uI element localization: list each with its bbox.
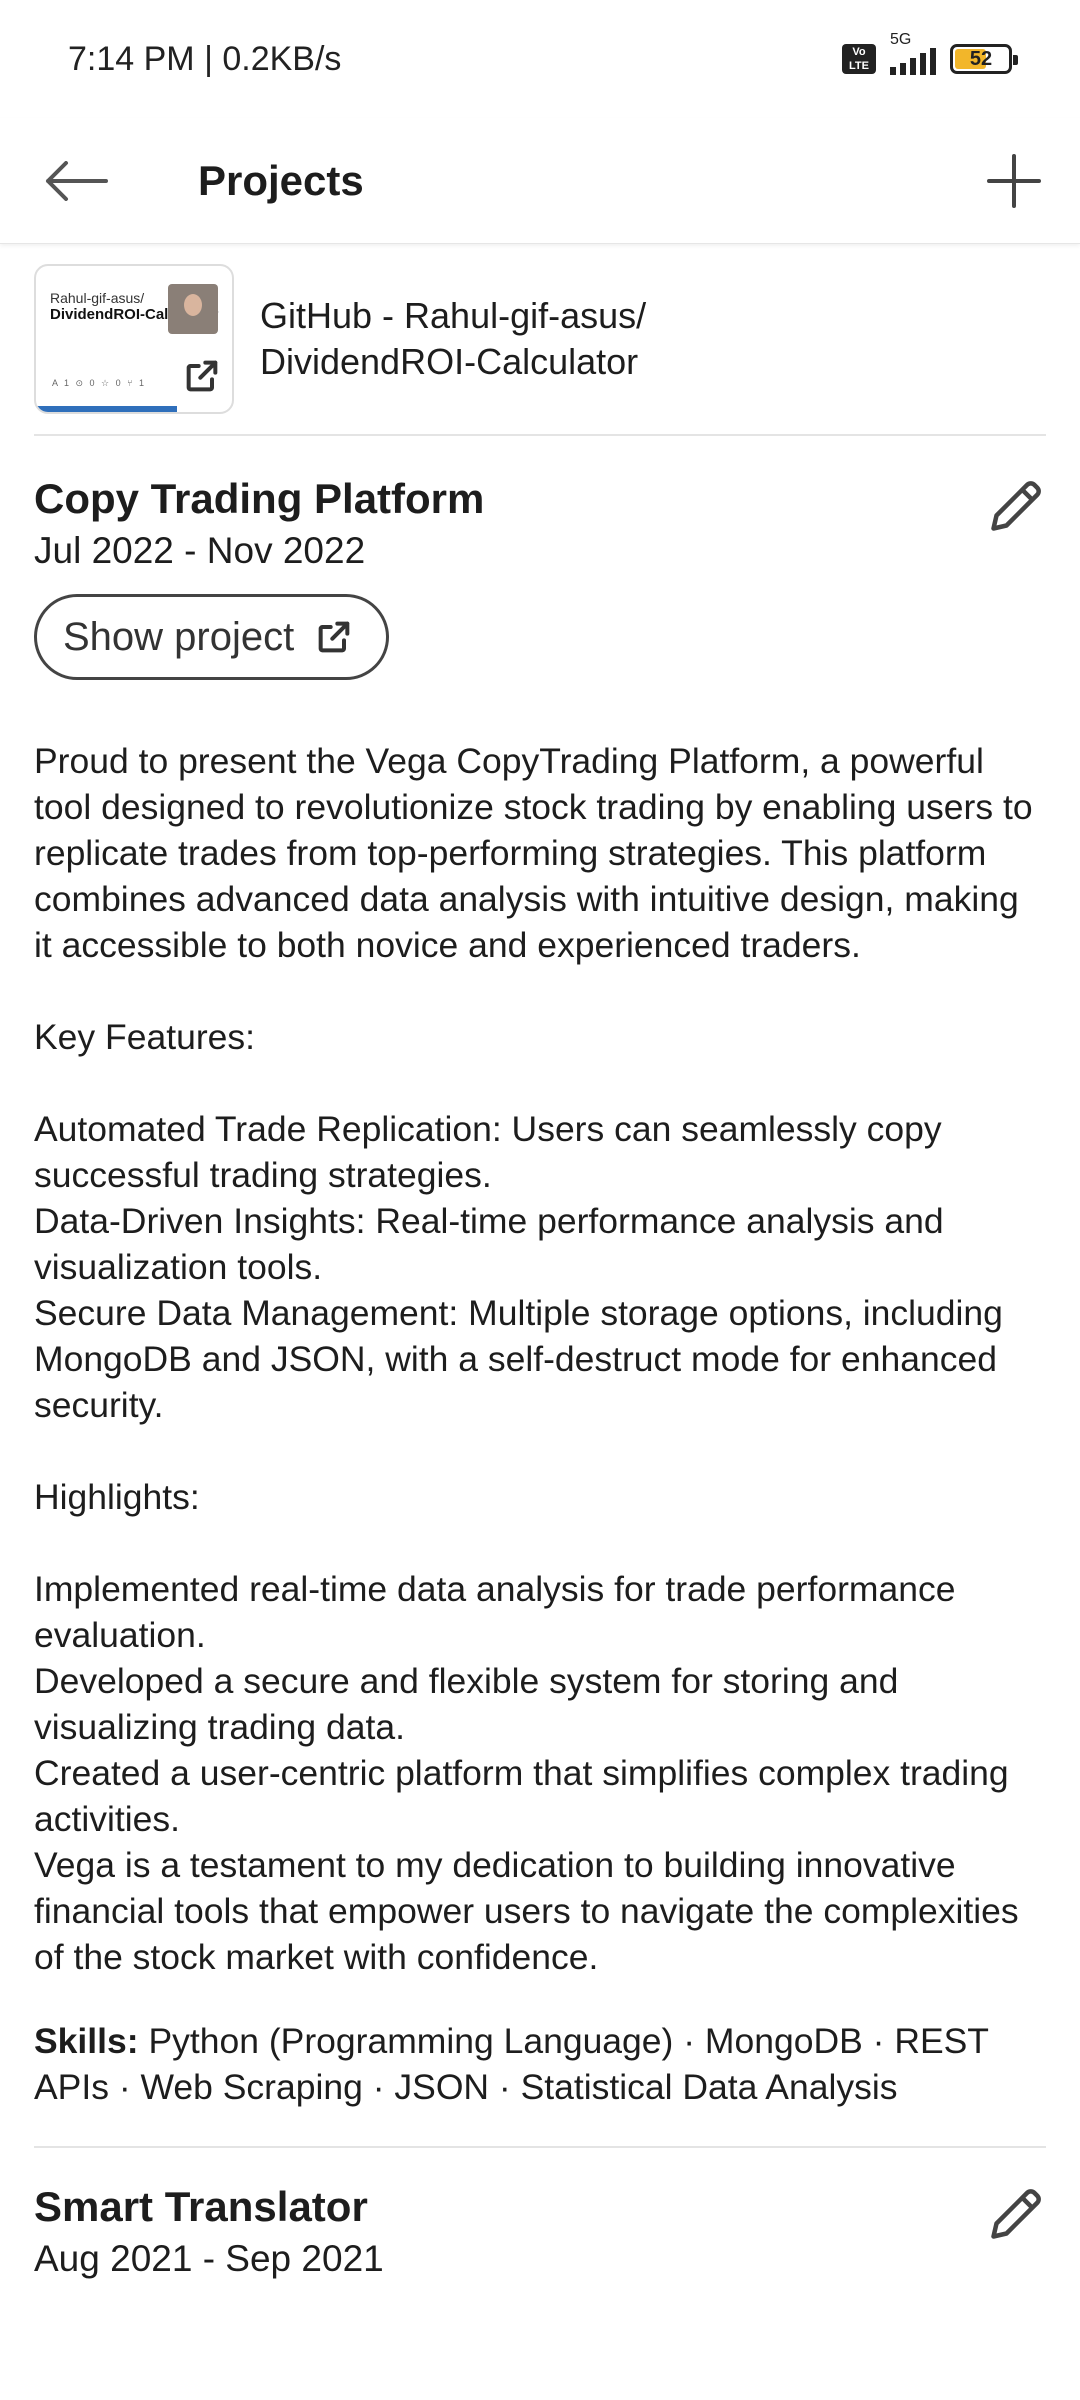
github-link-card[interactable]: Rahul-gif-asus/ DividendROI-Calculator A… [34,244,1046,436]
status-bar: 7:14 PM | 0.2KB/s Vo LTE 5G 52 [0,0,1080,118]
project-title: Copy Trading Platform [34,475,485,522]
add-project-button[interactable] [974,141,1054,221]
edit-project-button[interactable] [986,2184,1046,2244]
description-line: Proud to present the Vega CopyTrading Pl… [34,741,1033,965]
project-item: Copy Trading Platform Jul 2022 - Nov 202… [34,436,1046,2148]
description-line: Key Features: [34,1017,255,1057]
description-line: Implemented real-time data analysis for … [34,1569,956,1655]
network-type-label: 5G [890,31,912,48]
thumb-progress-bar [36,406,178,412]
status-icons: Vo LTE 5G 52 [842,31,1018,75]
external-link-icon [318,621,350,653]
description-line: Secure Data Management: Multiple storage… [34,1293,1003,1425]
description-line: Developed a secure and flexible system f… [34,1661,899,1747]
description-line: Vega is a testament to my dedication to … [34,1845,1019,1977]
description-line: Created a user-centric platform that sim… [34,1753,1009,1839]
project-description: Proud to present the Vega CopyTrading Pl… [34,738,1046,1980]
show-project-button[interactable]: Show project [34,594,390,680]
project-dates: Jul 2022 - Nov 2022 [34,530,366,571]
link-title[interactable]: GitHub - Rahul-gif-asus/ DividendROI-Cal… [260,293,646,385]
battery-icon: 52 [950,44,1018,74]
plus-icon [987,153,1041,208]
description-line: Highlights: [34,1477,200,1517]
link-title-line1: GitHub - Rahul-gif-asus/ [260,295,647,336]
pencil-icon [991,2189,1041,2239]
link-thumbnail: Rahul-gif-asus/ DividendROI-Calculator A… [34,264,234,414]
pencil-icon [991,481,1041,531]
link-title-line2: DividendROI-Calculator [260,341,639,382]
project-skills: Skills: Python (Programming Language) · … [34,2018,1046,2110]
volte-icon: Vo LTE [842,44,876,74]
skills-label: Skills: [34,2021,139,2061]
edit-project-button[interactable] [986,476,1046,536]
status-time: 7:14 PM | 0.2KB/s [68,39,342,78]
back-button[interactable] [36,141,116,221]
description-line: Data-Driven Insights: Real-time performa… [34,1201,944,1287]
app-bar: Projects [0,118,1080,244]
avatar [168,284,218,334]
skills-list: Python (Programming Language) · MongoDB … [34,2021,989,2107]
thumb-owner: Rahul-gif-asus/ [50,290,145,306]
show-project-label: Show project [63,614,295,659]
project-item: Smart Translator Aug 2021 - Sep 2021 [34,2148,1046,2284]
thumb-meta: A 1 ⊙ 0 ☆ 0 ⑂ 1 [52,378,147,388]
page-title: Projects [198,156,364,204]
battery-level: 52 [969,47,993,70]
project-dates: Aug 2021 - Sep 2021 [34,2238,384,2279]
project-title: Smart Translator [34,2183,368,2230]
signal-icon: 5G [890,31,936,75]
external-link-icon [186,360,218,392]
description-line: Automated Trade Replication: Users can s… [34,1109,942,1195]
main-content: Rahul-gif-asus/ DividendROI-Calculator A… [34,244,1046,2284]
arrow-left-icon [46,160,108,201]
